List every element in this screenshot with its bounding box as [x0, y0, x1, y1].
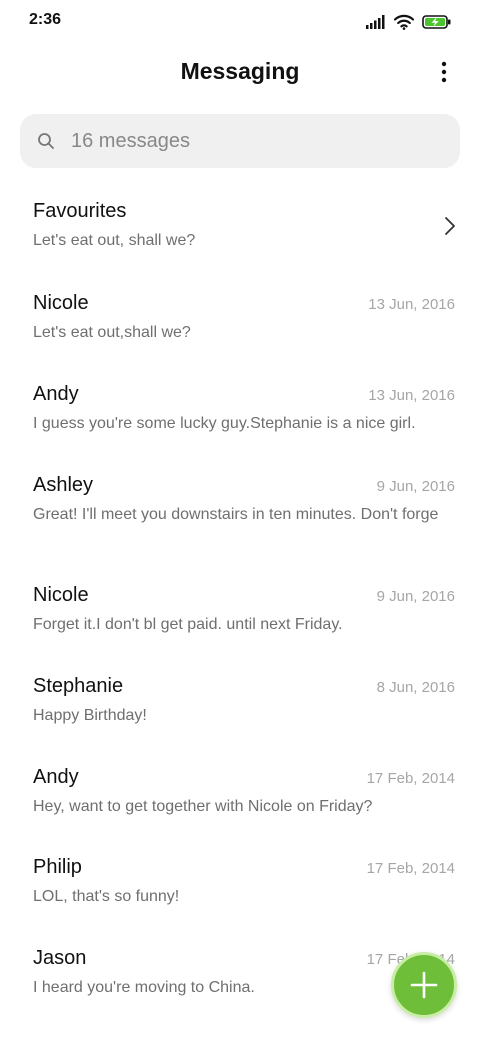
status-icons: [366, 12, 452, 32]
conversation-name: Andy: [33, 766, 79, 788]
conversation-item[interactable]: Nicole 13 Jun, 2016 Let's eat out,shall …: [0, 292, 480, 362]
search-bar[interactable]: [20, 114, 460, 168]
signal-icon: [366, 15, 385, 29]
more-vertical-icon: [441, 61, 447, 83]
conversation-item[interactable]: Philip 17 Feb, 2014 LOL, that's so funny…: [0, 856, 480, 926]
conversation-preview: I heard you're moving to China.: [33, 979, 255, 996]
conversation-name: Stephanie: [33, 675, 124, 697]
conversation-preview: Let's eat out, shall we?: [33, 232, 196, 249]
conversation-preview: Great! I'll meet you downstairs in ten m…: [33, 506, 439, 523]
conversation-item[interactable]: Ashley 9 Jun, 2016 Great! I'll meet you …: [0, 474, 480, 564]
conversation-item[interactable]: Stephanie 8 Jun, 2016 Happy Birthday!: [0, 675, 480, 745]
conversation-item[interactable]: Andy 17 Feb, 2014 Hey, want to get toget…: [0, 766, 480, 836]
conversation-name: Nicole: [33, 292, 89, 314]
conversation-item[interactable]: Andy 13 Jun, 2016 I guess you're some lu…: [0, 383, 480, 453]
conversation-preview: Forget it.I don't bl get paid. until nex…: [33, 616, 343, 633]
chevron-right-icon: [445, 217, 455, 235]
conversation-preview: Hey, want to get together with Nicole on…: [33, 798, 373, 815]
conversation-name: Philip: [33, 856, 82, 878]
conversation-preview: Happy Birthday!: [33, 707, 147, 724]
search-input[interactable]: [71, 129, 431, 153]
search-icon: [37, 131, 57, 151]
plus-icon: [410, 971, 438, 999]
conversation-item[interactable]: Nicole 9 Jun, 2016 Forget it.I don't bl …: [0, 584, 480, 654]
battery-charging-icon: [422, 15, 451, 29]
conversation-name: Favourites: [33, 200, 127, 222]
new-message-button[interactable]: [391, 952, 457, 1018]
conversation-date: 13 Jun, 2016: [368, 296, 455, 313]
conversation-date: 9 Jun, 2016: [376, 478, 455, 495]
conversation-preview: LOL, that's so funny!: [33, 888, 180, 905]
conversation-name: Nicole: [33, 584, 89, 606]
conversation-date: 17 Feb, 2014: [366, 770, 455, 787]
status-bar: 2:36: [0, 0, 480, 44]
app-header: Messaging: [0, 44, 480, 100]
favourites-item[interactable]: Favourites Let's eat out, shall we?: [0, 200, 480, 270]
more-options-button[interactable]: [432, 58, 456, 86]
conversation-date: 13 Jun, 2016: [368, 387, 455, 404]
page-title: Messaging: [180, 58, 300, 84]
conversation-name: Jason: [33, 947, 87, 969]
status-time: 2:36: [29, 11, 62, 28]
conversation-name: Andy: [33, 383, 79, 405]
conversation-name: Ashley: [33, 474, 94, 496]
conversation-date: 9 Jun, 2016: [376, 588, 455, 605]
conversation-date: 17 Feb, 2014: [366, 860, 455, 877]
conversation-preview: Let's eat out,shall we?: [33, 324, 191, 341]
conversation-date: 8 Jun, 2016: [376, 679, 455, 696]
conversation-preview: I guess you're some lucky guy.Stephanie …: [33, 415, 416, 432]
wifi-icon: [394, 14, 414, 30]
